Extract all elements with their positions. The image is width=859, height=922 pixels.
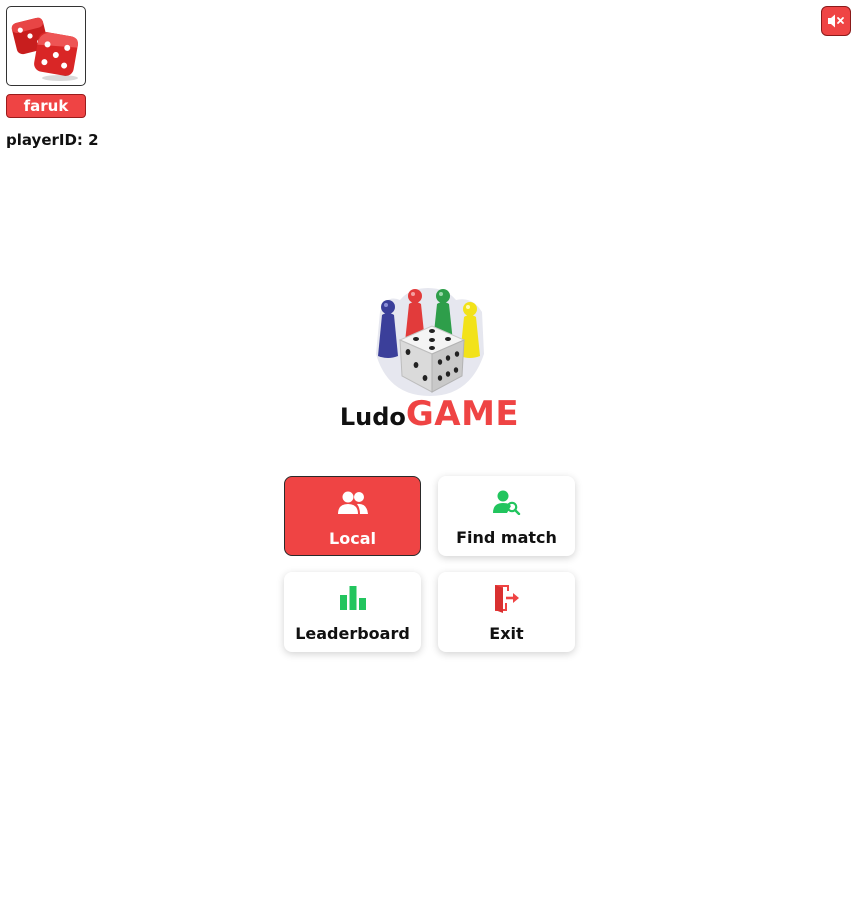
game-title: LudoGAME	[0, 394, 859, 434]
player-id-value: 2	[88, 131, 99, 149]
exit-button-label: Exit	[489, 624, 524, 643]
exit-door-icon	[494, 585, 519, 613]
exit-button[interactable]: Exit	[438, 572, 575, 652]
leaderboard-button[interactable]: Leaderboard	[284, 572, 421, 652]
mute-toggle-button[interactable]	[821, 6, 851, 36]
main-menu-screen: faruk playerID: 2 LudoGAME Local Find ma…	[0, 0, 859, 922]
find-match-button[interactable]: Find match	[438, 476, 575, 556]
game-logo-art	[370, 282, 490, 400]
local-button-label: Local	[329, 529, 376, 548]
ludo-pawns-and-dice-icon	[376, 288, 484, 396]
speaker-muted-icon	[828, 14, 844, 28]
find-match-button-label: Find match	[456, 528, 557, 547]
user-search-icon	[492, 490, 520, 515]
player-id-label: playerID:	[6, 131, 83, 149]
red-dice-icon	[11, 17, 78, 81]
bar-chart-icon	[339, 586, 366, 610]
player-name-badge: faruk	[6, 94, 86, 118]
player-id: playerID: 2	[6, 131, 99, 149]
game-title-ludo: Ludo	[339, 403, 406, 431]
leaderboard-button-label: Leaderboard	[295, 624, 410, 643]
local-button[interactable]: Local	[284, 476, 421, 556]
users-icon	[337, 491, 368, 514]
game-title-game: GAME	[405, 394, 520, 434]
avatar[interactable]	[6, 6, 86, 86]
